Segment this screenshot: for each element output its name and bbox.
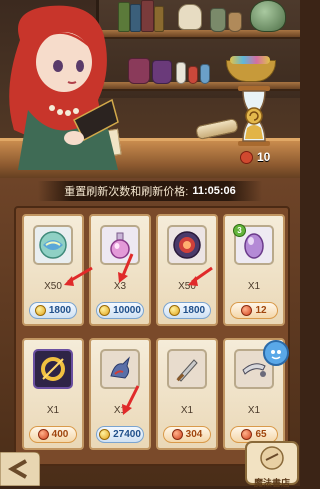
gem-currency-icon xyxy=(241,305,253,316)
dragon-figure-icon xyxy=(100,349,140,389)
gem-currency-icon xyxy=(241,429,253,440)
item-quantity: X1 xyxy=(46,405,60,416)
mascot-helper-icon[interactable] xyxy=(263,340,289,366)
refresh-info-bar: 重置刷新次数和刷新价格: 11:05:06 xyxy=(38,181,262,201)
shopkeeper-character xyxy=(9,5,119,170)
gem-currency-icon xyxy=(171,429,183,440)
item-quantity: X1 xyxy=(180,405,194,416)
item-quantity: X1 xyxy=(247,281,261,292)
item-price: 304 xyxy=(185,429,203,440)
item-price: 1800 xyxy=(48,305,72,316)
buy-button[interactable]: 400 xyxy=(29,426,77,443)
shop-scene: 10 xyxy=(0,0,300,178)
coin-icon xyxy=(168,305,180,316)
item-grid: X50 1800 X3 10000 X50 1800 3 X1 12 X1 40… xyxy=(14,206,290,466)
buy-button[interactable]: 27400 xyxy=(96,426,144,443)
item-price: 1800 xyxy=(182,305,206,316)
annotation-arrow xyxy=(118,253,134,283)
jar xyxy=(210,8,226,32)
bottle xyxy=(176,62,186,84)
gem-currency-icon xyxy=(37,429,49,440)
buy-button[interactable]: 10000 xyxy=(96,302,144,319)
shop-item-card[interactable]: X1 400 xyxy=(22,338,84,450)
cauldron-icon xyxy=(250,0,286,32)
gem-pile xyxy=(230,56,270,64)
shop-item-card[interactable]: 3 X1 12 xyxy=(223,214,285,326)
refresh-counter: 10 xyxy=(240,150,270,164)
dagger-weapon-icon xyxy=(167,349,207,389)
swirl-orb-icon xyxy=(33,225,73,265)
coin-icon xyxy=(99,305,111,316)
purple-egg-icon: 3 xyxy=(233,224,274,265)
buy-button[interactable]: 304 xyxy=(163,426,211,443)
annotation-arrow xyxy=(122,385,140,415)
golden-ring-icon xyxy=(33,349,73,389)
item-badge: 3 xyxy=(233,224,246,237)
item-price: 27400 xyxy=(113,429,141,440)
rolled-scroll xyxy=(195,117,239,141)
back-button[interactable] xyxy=(0,452,40,486)
annotation-arrow xyxy=(64,266,93,286)
skull-icon xyxy=(178,4,202,30)
shop-item-card[interactable]: X1 304 xyxy=(156,338,218,450)
item-quantity: X1 xyxy=(247,405,261,416)
jar xyxy=(152,60,172,84)
annotation-arrow xyxy=(188,266,213,286)
bottle xyxy=(188,66,198,84)
item-price: 12 xyxy=(255,305,267,316)
jar xyxy=(228,12,242,32)
refresh-timer: 11:05:06 xyxy=(192,185,236,197)
item-price: 10000 xyxy=(113,305,141,316)
buy-button[interactable]: 12 xyxy=(230,302,278,319)
buy-button[interactable]: 1800 xyxy=(29,302,77,319)
hourglass-icon[interactable] xyxy=(236,86,272,146)
coin-icon xyxy=(34,305,46,316)
coin-icon xyxy=(99,429,111,440)
refresh-label: 重置刷新次数和刷新价格: xyxy=(64,186,189,198)
red-rune-orb-icon xyxy=(167,225,207,265)
magic-bookstore-label: 魔法書店 xyxy=(253,478,290,488)
refresh-token-icon xyxy=(240,150,253,164)
refresh-count: 10 xyxy=(257,150,271,164)
item-price: 65 xyxy=(255,429,267,440)
book xyxy=(154,6,164,32)
buy-button[interactable]: 1800 xyxy=(163,302,211,319)
bottle xyxy=(200,64,210,84)
item-price: 400 xyxy=(51,429,69,440)
